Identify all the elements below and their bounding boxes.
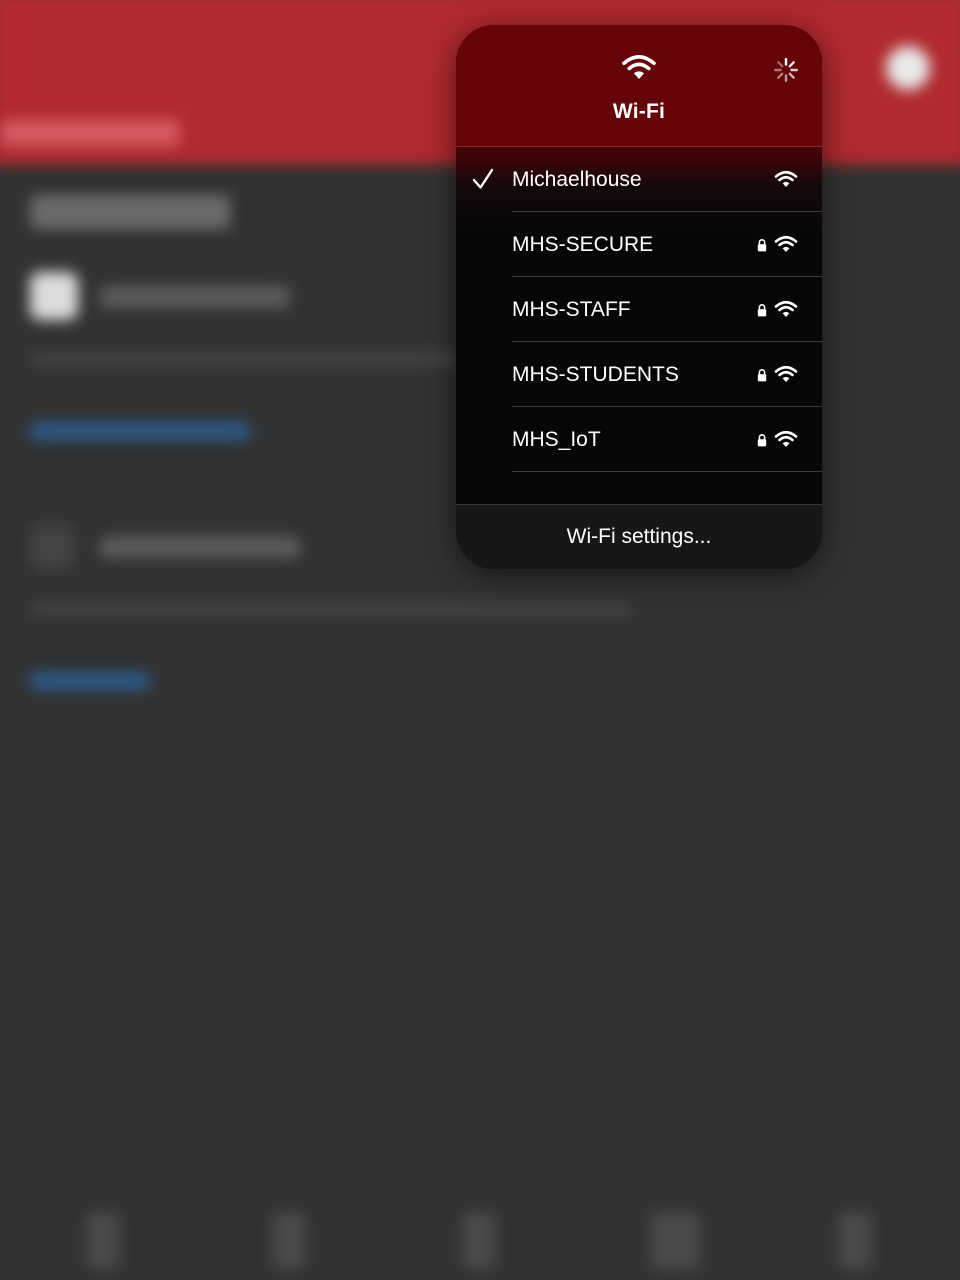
card-description — [30, 602, 630, 616]
network-name: MHS-STUDENTS — [512, 363, 679, 386]
network-name: MHS-STAFF — [512, 298, 631, 321]
wifi-menu-header — [456, 25, 822, 147]
network-row-michaelhouse[interactable]: Michaelhouse — [456, 147, 822, 212]
network-row-mhs-secure[interactable]: MHS-SECURE — [456, 212, 822, 277]
wifi-signal-icon — [774, 235, 798, 252]
network-row-mhs-iot[interactable]: MHS_IoT — [456, 407, 822, 472]
wifi-menu-title: Wi-Fi — [612, 100, 666, 123]
avatar — [886, 46, 930, 90]
card-title — [100, 286, 290, 308]
checkmark-icon — [472, 168, 494, 189]
app-header-title — [0, 120, 180, 146]
network-name: MHS_IoT — [512, 428, 601, 451]
greeting-heading — [30, 195, 230, 229]
network-row-mhs-students[interactable]: MHS-STUDENTS — [456, 342, 822, 407]
network-row-mhs-staff[interactable]: MHS-STAFF — [456, 277, 822, 342]
lock-icon — [757, 304, 767, 317]
wifi-menu: Wi-Fi Michaelhouse MHS-SECURE MHS-STAFF — [456, 25, 822, 569]
wifi-signal-icon — [774, 170, 798, 187]
wifi-signal-icon — [774, 300, 798, 317]
card-title — [100, 536, 300, 558]
card-link — [30, 672, 150, 690]
network-name: Michaelhouse — [512, 168, 642, 191]
card-link — [30, 422, 250, 440]
lock-icon — [757, 239, 767, 252]
card-icon — [30, 272, 78, 320]
wifi-settings-button[interactable]: Wi-Fi settings... — [456, 504, 822, 569]
card-icon — [30, 525, 74, 569]
card-description — [30, 352, 460, 366]
lock-icon — [757, 434, 767, 447]
wifi-icon — [622, 55, 656, 79]
divider — [512, 471, 822, 472]
lock-icon — [757, 369, 767, 382]
wifi-signal-icon — [774, 365, 798, 382]
loading-spinner-icon — [773, 57, 799, 83]
network-name: MHS-SECURE — [512, 233, 654, 256]
wifi-settings-label: Wi-Fi settings... — [566, 525, 712, 548]
wifi-signal-icon — [774, 430, 798, 447]
